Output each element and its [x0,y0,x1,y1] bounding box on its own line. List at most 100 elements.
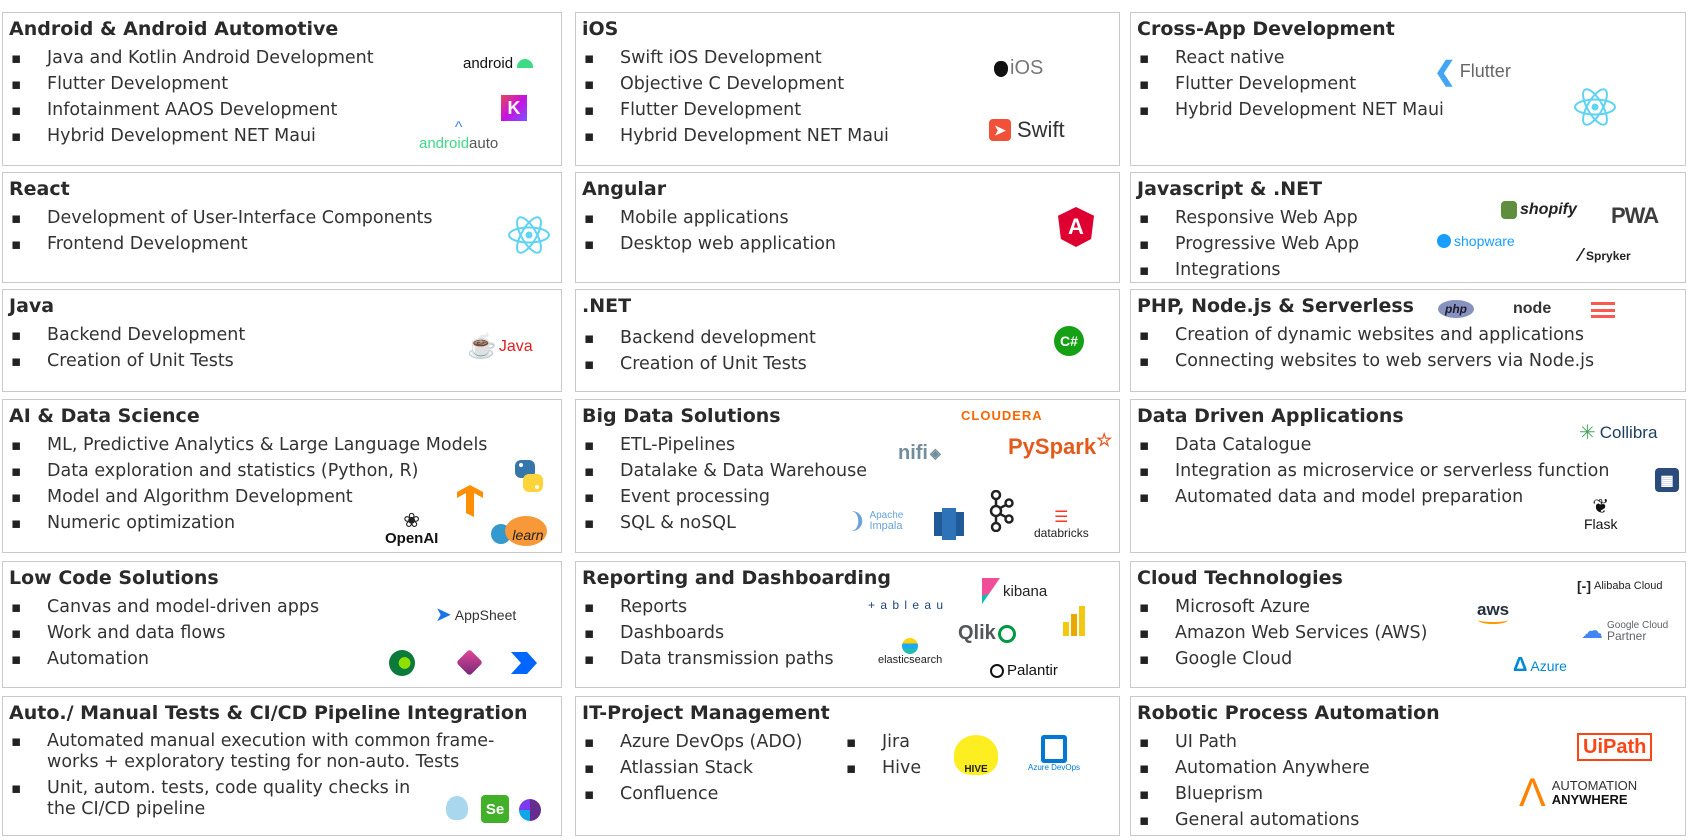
pwa-logo: PWA [1611,203,1659,228]
azure-devops-icon [1041,735,1068,763]
alibaba-cloud-logo: [-] Alibaba Cloud [1577,578,1663,594]
card-it-project-management: IT-Project Management Azure DevOps (ADO)… [575,696,1120,836]
aws-logo: aws [1477,600,1509,624]
list-item: Development of User-Interface Components [11,205,433,231]
card-data-driven-apps: Data Driven Applications Data Catalogue … [1130,399,1686,553]
card-title: Android & Android Automotive [9,18,339,40]
python-icon [511,458,547,494]
spryker-logo: ⁄ Spryker [1579,245,1631,265]
impala-antler-icon: ❩ [848,508,867,533]
flutter-icon: ❮ [1434,56,1456,86]
androidauto-logo: ^ androidauto [419,119,499,153]
appsheet-logo: ➤ AppSheet [435,604,517,626]
card-list: Canvas and model-driven apps Work and da… [11,594,319,672]
nodejs-logo: node [1513,300,1552,317]
competence-grid: Android & Android Automotive Java and Ko… [0,0,1691,840]
card-title: Robotic Process Automation [1137,702,1440,724]
cloudera-logo: CLOUDERA [961,408,1043,423]
pyspark-logo: PySpark ☆ [1008,429,1113,460]
card-list: Microsoft Azure Amazon Web Services (AWS… [1139,594,1427,672]
card-title: Low Code Solutions [9,567,219,589]
card-title: PHP, Node.js & Serverless [1137,295,1414,317]
kibana-icon [982,578,1000,604]
ios-logo: iOS [994,57,1043,80]
list-item: General automations [1139,807,1370,833]
list-item: Hybrid Development NET Maui [11,123,374,149]
list-item: Amazon Web Services (AWS) [1139,620,1427,646]
list-item: ETL-Pipelines [584,432,867,458]
list-item: Datalake & Data Warehouse [584,458,867,484]
android-logo: android [463,55,534,72]
list-item: Progressive Web App [1139,231,1359,257]
openai-knot-icon: ❀ [403,510,421,532]
collibra-icon: ✳ [1579,422,1596,444]
list-item: Automation Anywhere [1139,755,1370,781]
card-title: iOS [582,18,619,40]
card-list: Swift iOS Development Objective C Develo… [584,45,889,149]
card-list: Data Catalogue Integration as microservi… [1139,432,1609,510]
list-item: Infotainment AAOS Development [11,97,374,123]
list-item: Backend development [584,325,816,351]
list-item: Flutter Development [584,97,889,123]
alibaba-bracket-icon: [-] [1577,578,1591,594]
power-bi-icon [1062,606,1086,636]
card-title: Cross-App Development [1137,18,1395,40]
card-title: Data Driven Applications [1137,405,1404,427]
card-low-code: Low Code Solutions Canvas and model-driv… [2,561,562,688]
list-item: Creation of dynamic websites and applica… [1139,322,1594,348]
card-title: Auto./ Manual Tests & CI/CD Pipeline Int… [9,702,528,724]
list-item: Frontend Development [11,231,433,257]
card-php-node-serverless: PHP, Node.js & Serverless Creation of dy… [1130,289,1686,392]
card-list: Backend Development Creation of Unit Tes… [11,322,245,374]
water-drop-icon: ◈ [930,445,941,461]
list-item: Responsive Web App [1139,205,1359,231]
sklearn-logo: learn [491,516,549,546]
card-title: .NET [582,295,632,317]
list-item: Hybrid Development NET Maui [1139,97,1444,123]
qlik-logo: Qlik [958,622,1016,645]
card-title: Angular [582,178,667,200]
nifi-logo: nifi ◈ [898,442,941,464]
card-ai-data-science: AI & Data Science ML, Predictive Analyti… [2,399,562,553]
list-item: Jira [846,729,921,755]
card-angular: Angular Mobile applications Desktop web … [575,172,1120,283]
list-item: Unit, autom. tests, code quality checks … [11,778,417,820]
databricks-layers-icon: ☰ [1054,509,1069,526]
google-cloud-partner-logo: ☁ Google Cloud Partner [1581,618,1669,643]
kibana-logo: kibana [982,578,1047,604]
list-item: ML, Predictive Analytics & Large Languag… [11,432,487,458]
card-list: Responsive Web App Progressive Web App I… [1139,205,1359,282]
card-title: AI & Data Science [9,405,200,427]
automation-anywhere-logo: Λ AUTOMATION ANYWHERE [1519,771,1638,815]
card-ios: iOS Swift iOS Development Objective C De… [575,12,1120,166]
card-title: Reporting and Dashboarding [582,567,891,589]
list-item: Event processing [584,484,867,510]
swift-logo: ➤ Swift [989,117,1065,143]
list-item: Blueprism [1139,781,1370,807]
card-reporting: Reporting and Dashboarding Reports Dashb… [575,561,1120,688]
react-icon [1573,85,1617,129]
appsheet-icon: ➤ [435,604,452,626]
tableau-logo: + a b l e a u [868,598,945,612]
list-item: React native [1139,45,1444,71]
card-list: ETL-Pipelines Datalake & Data Warehouse … [584,432,867,536]
azure-a-icon: Δ [1513,654,1528,676]
list-item: Google Cloud [1139,646,1427,672]
card-dotnet: .NET Backend development Creation of Uni… [575,289,1120,392]
card-list-secondary: Jira Hive [846,729,921,781]
coffee-cup-icon: ☕ [467,333,497,360]
impala-logo: ❩ Apache Impala [848,508,904,533]
list-item: Creation of Unit Tests [584,351,816,377]
list-item: Hybrid Development NET Maui [584,123,889,149]
angular-logo: A [1058,207,1094,247]
list-item: Hive [846,755,921,781]
card-android: Android & Android Automotive Java and Ko… [2,12,562,166]
list-item: Integration as microservice or serverles… [1139,458,1609,484]
list-item: SQL & noSQL [584,510,867,536]
list-item: Connecting websites to web servers via N… [1139,348,1594,374]
card-title: Cloud Technologies [1137,567,1343,589]
list-item: Work and data flows [11,620,319,646]
list-item: Azure DevOps (ADO) [584,729,802,755]
elasticsearch-icon [902,638,919,654]
flutter-logo: ❮ Flutter [1434,56,1511,86]
